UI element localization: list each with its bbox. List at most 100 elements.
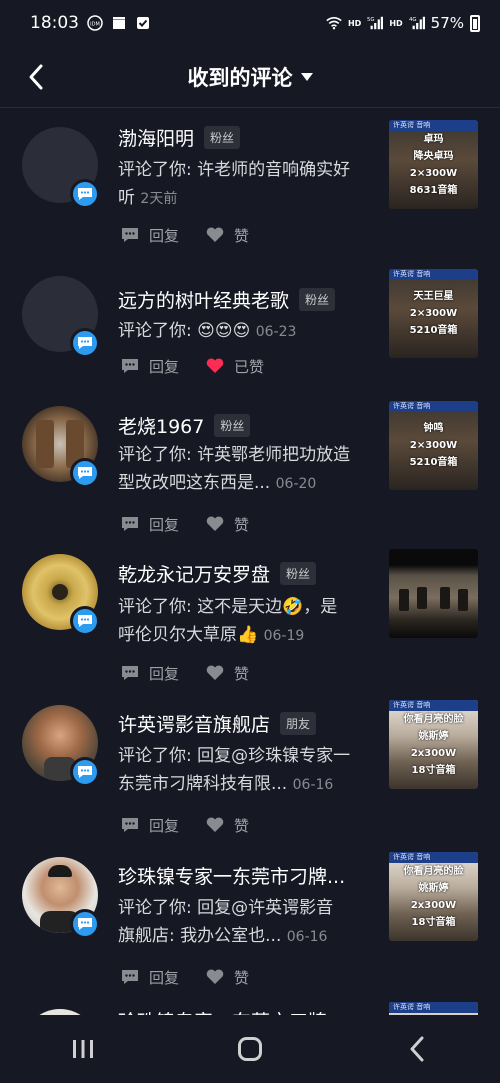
comment-text[interactable]: 评论了你: 回复@许英谔影音 旗舰店: 我办公室也... 06-16	[118, 894, 372, 951]
commenter-name[interactable]: 珍珠镍专家一东莞市刁牌	[118, 1007, 327, 1016]
timestamp: 06-16	[286, 929, 328, 945]
avatar[interactable]	[22, 857, 100, 939]
commenter-name[interactable]: 乾龙永记万安罗盘	[118, 560, 270, 587]
checkbox-icon	[135, 15, 151, 31]
list-item[interactable]: 许英谔影音旗舰店 朋友 评论了你: 回复@珍珠镍专家一 东莞市刁牌科技有限...…	[0, 689, 500, 841]
video-thumbnail[interactable]: 许英谔 音响 你看月亮的脸 姚斯婷 2x300W 18寸音箱	[389, 852, 478, 941]
like-button[interactable]: 赞	[205, 514, 249, 535]
reply-icon	[122, 818, 138, 832]
timestamp: 2天前	[140, 191, 178, 207]
comment-text[interactable]: 评论了你: 😍😍😍 06-23	[118, 317, 372, 346]
heart-icon	[206, 969, 224, 984]
svg-text:IDM: IDM	[90, 22, 100, 28]
hd-label-2: HD	[389, 18, 403, 28]
relation-tag: 朋友	[280, 711, 317, 735]
heart-icon	[206, 665, 224, 680]
heart-icon	[206, 227, 224, 242]
like-button[interactable]: 赞	[205, 225, 249, 246]
comment-text[interactable]: 评论了你: 许老师的音响确实好 听 2天前	[118, 156, 372, 213]
heart-icon	[206, 817, 224, 832]
clapper-icon	[111, 15, 127, 31]
video-thumbnail[interactable]: 许英谔 音响 钟鸣 2×300W 5210音箱	[389, 401, 478, 490]
relation-tag: 粉丝	[214, 413, 251, 437]
list-item[interactable]: 老烧1967 粉丝 评论了你: 许英鄂老师把功放造 型改改吧这东西是... 06…	[0, 389, 500, 539]
chevron-left-icon	[29, 64, 43, 90]
video-thumbnail[interactable]: 许英谔 音响 你看月亮的脸 姚斯婷 2x300W 18寸音箱	[389, 700, 478, 789]
reply-button[interactable]: 回复	[120, 663, 179, 684]
avatar[interactable]	[22, 406, 100, 488]
heart-icon	[206, 516, 224, 531]
avatar[interactable]	[22, 127, 100, 209]
status-bar: 18:03 IDM HD 5G HD 4G 57%	[0, 0, 500, 46]
list-item[interactable]: 珍珠镍专家一东莞市刁牌 许英谔 音响	[0, 993, 500, 1015]
signal-5g-icon: 5G	[367, 15, 384, 31]
top-nav: 收到的评论	[0, 46, 500, 108]
recent-apps-icon	[73, 1040, 94, 1058]
home-button[interactable]	[220, 1024, 280, 1074]
list-item[interactable]: 远方的树叶经典老歌 粉丝 评论了你: 😍😍😍 06-23 回复 已赞 许英谔 音…	[0, 259, 500, 389]
comment-bubble-icon	[70, 606, 100, 636]
list-item[interactable]: 乾龙永记万安罗盘 粉丝 评论了你: 这不是天边🤣，是 呼伦贝尔大草原👍 06-1…	[0, 539, 500, 689]
reply-icon	[122, 970, 138, 984]
wifi-icon	[326, 15, 342, 31]
comment-bubble-icon	[70, 328, 100, 358]
video-thumbnail[interactable]: 许英谔 音响 卓玛 降央卓玛 2×300W 8631音箱	[389, 120, 478, 209]
relation-tag: 粉丝	[299, 287, 336, 311]
comment-text[interactable]: 评论了你: 这不是天边🤣，是 呼伦贝尔大草原👍 06-19	[118, 593, 372, 650]
commenter-name[interactable]: 老烧1967	[118, 412, 204, 439]
reply-button[interactable]: 回复	[120, 815, 179, 836]
heart-filled-icon	[206, 358, 224, 373]
status-time: 18:03	[30, 13, 79, 33]
battery-percent: 57%	[430, 14, 464, 32]
like-button[interactable]: 赞	[205, 663, 249, 684]
avatar[interactable]	[22, 276, 100, 358]
home-icon	[237, 1037, 262, 1061]
commenter-name[interactable]: 渤海阳明	[118, 124, 194, 151]
system-nav-bar	[0, 1015, 500, 1083]
timestamp: 06-19	[263, 628, 305, 644]
timestamp: 06-16	[292, 777, 334, 793]
title-dropdown[interactable]: 收到的评论	[188, 62, 313, 92]
svg-text:5G: 5G	[367, 17, 375, 23]
reply-icon	[122, 359, 138, 373]
reply-button[interactable]: 回复	[120, 967, 179, 988]
like-button[interactable]: 已赞	[205, 356, 264, 377]
commenter-name[interactable]: 远方的树叶经典老歌	[118, 286, 289, 313]
system-back-button[interactable]	[387, 1024, 447, 1074]
video-thumbnail[interactable]	[389, 549, 478, 638]
relation-tag: 粉丝	[204, 125, 241, 149]
commenter-name[interactable]: 许英谔影音旗舰店	[118, 710, 270, 737]
comment-list[interactable]: 渤海阳明 粉丝 评论了你: 许老师的音响确实好 听 2天前 回复 赞 许英谔 音…	[0, 109, 500, 1015]
reply-button[interactable]: 回复	[120, 514, 179, 535]
reply-icon	[122, 666, 138, 680]
comment-bubble-icon	[70, 458, 100, 488]
caret-down-icon	[300, 72, 313, 81]
video-thumbnail[interactable]: 许英谔 音响	[389, 1002, 478, 1015]
comment-bubble-icon	[70, 757, 100, 787]
back-button[interactable]	[18, 59, 54, 95]
avatar[interactable]	[22, 554, 100, 636]
reply-button[interactable]: 回复	[120, 356, 179, 377]
reply-icon	[122, 228, 138, 242]
recent-apps-button[interactable]	[53, 1024, 113, 1074]
back-arrow-icon	[410, 1036, 424, 1062]
like-button[interactable]: 赞	[205, 967, 249, 988]
like-button[interactable]: 赞	[205, 815, 249, 836]
timestamp: 06-20	[275, 476, 317, 492]
timestamp: 06-23	[255, 324, 297, 340]
commenter-name[interactable]: 珍珠镍专家一东莞市刁牌...	[118, 862, 345, 889]
relation-tag: 粉丝	[280, 561, 317, 585]
comment-text[interactable]: 评论了你: 许英鄂老师把功放造 型改改吧这东西是... 06-20	[118, 441, 372, 498]
page-title: 收到的评论	[187, 65, 293, 90]
avatar[interactable]	[22, 705, 100, 787]
signal-4g-icon: 4G	[409, 15, 425, 31]
reply-button[interactable]: 回复	[120, 225, 179, 246]
svg-text:4G: 4G	[409, 17, 417, 23]
list-item[interactable]: 渤海阳明 粉丝 评论了你: 许老师的音响确实好 听 2天前 回复 赞 许英谔 音…	[0, 109, 500, 259]
video-thumbnail[interactable]: 许英谔 音响 天王巨星 2×300W 5210音箱	[389, 269, 478, 358]
comment-text[interactable]: 评论了你: 回复@珍珠镍专家一 东莞市刁牌科技有限... 06-16	[118, 742, 372, 799]
battery-icon	[470, 14, 480, 32]
reply-icon	[122, 517, 138, 531]
list-item[interactable]: 珍珠镍专家一东莞市刁牌... 评论了你: 回复@许英谔影音 旗舰店: 我办公室也…	[0, 841, 500, 993]
idm-icon: IDM	[87, 15, 103, 31]
